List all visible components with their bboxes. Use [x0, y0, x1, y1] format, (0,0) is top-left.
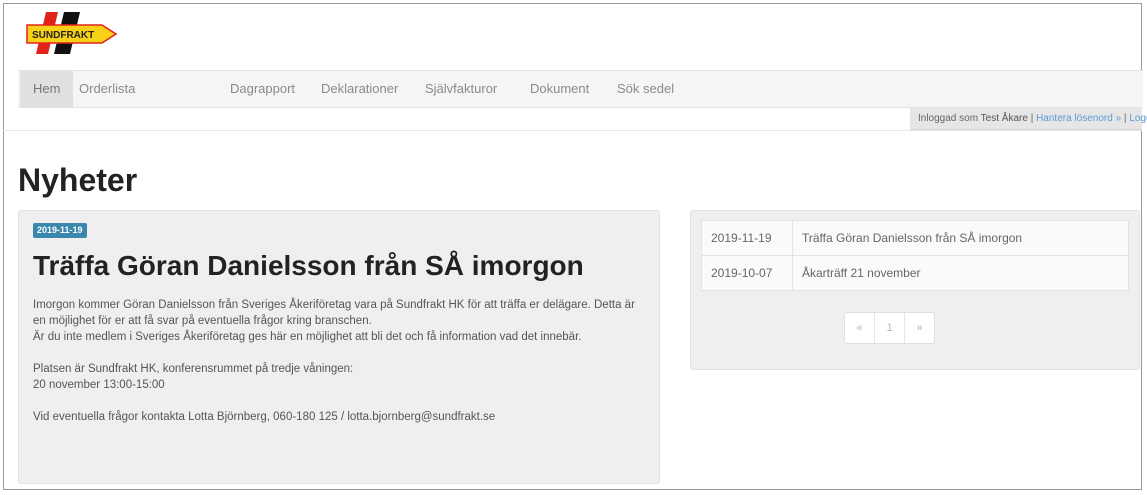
- pagination-next-button[interactable]: »: [905, 313, 934, 343]
- manage-password-link[interactable]: Hantera lösenord »: [1036, 113, 1121, 124]
- pagination-prev-button[interactable]: «: [845, 313, 875, 343]
- article-paragraph: Imorgon kommer Göran Danielsson från Sve…: [33, 299, 635, 327]
- news-list-row[interactable]: 2019-10-07 Åkarträff 21 november: [701, 255, 1129, 291]
- sundfrakt-logo[interactable]: SUNDFRAKT: [24, 12, 120, 54]
- article-panel: 2019-11-19 Träffa Göran Danielsson från …: [18, 210, 660, 484]
- news-list-row[interactable]: 2019-11-19 Träffa Göran Danielsson från …: [701, 220, 1129, 256]
- nav-item-sok-sedel[interactable]: Sök sedel: [617, 71, 674, 107]
- article-date-badge: 2019-11-19: [33, 223, 87, 238]
- article-paragraph: Platsen är Sundfrakt HK, konferensrummet…: [33, 363, 354, 375]
- news-list-table: 2019-11-19 Träffa Göran Danielsson från …: [701, 220, 1129, 291]
- main-navbar: Hem Orderlista Dagrapport Deklarationer …: [18, 70, 1143, 108]
- article-paragraph: 20 november 13:00-15:00: [33, 379, 165, 391]
- article-title: Träffa Göran Danielsson från SÅ imorgon: [33, 250, 584, 281]
- nav-item-orderlista[interactable]: Orderlista: [79, 71, 135, 107]
- page-title: Nyheter: [18, 162, 138, 198]
- news-list-title[interactable]: Träffa Göran Danielsson från SÅ imorgon: [792, 220, 1129, 256]
- pagination: « 1 »: [844, 312, 935, 344]
- article-body: Imorgon kommer Göran Danielsson från Sve…: [33, 297, 643, 425]
- header-divider: [3, 130, 1142, 131]
- nav-item-dagrapport[interactable]: Dagrapport: [230, 71, 295, 107]
- logged-in-label: Inloggad som: [918, 113, 979, 124]
- separator: |: [1123, 113, 1127, 124]
- logout-link[interactable]: Logga ut »: [1129, 113, 1147, 124]
- nav-item-deklarationer[interactable]: Deklarationer: [321, 71, 398, 107]
- separator: |: [1030, 113, 1034, 124]
- news-list-panel: 2019-11-19 Träffa Göran Danielsson från …: [690, 210, 1140, 370]
- pagination-page-1[interactable]: 1: [875, 313, 905, 343]
- user-status-bar: Inloggad som Test Åkare | Hantera löseno…: [910, 108, 1147, 130]
- nav-item-dokument[interactable]: Dokument: [530, 71, 589, 107]
- svg-text:SUNDFRAKT: SUNDFRAKT: [32, 30, 94, 41]
- news-list-title[interactable]: Åkarträff 21 november: [792, 255, 1129, 291]
- nav-item-sjalvfakturor[interactable]: Självfakturor: [425, 71, 497, 107]
- article-paragraph: Är du inte medlem i Sveriges Åkeriföreta…: [33, 331, 582, 343]
- news-list-date: 2019-10-07: [701, 255, 793, 291]
- nav-item-hem[interactable]: Hem: [20, 71, 74, 107]
- article-paragraph: Vid eventuella frågor kontakta Lotta Bjö…: [33, 411, 496, 423]
- user-name: Test Åkare: [980, 113, 1028, 124]
- news-list-date: 2019-11-19: [701, 220, 793, 256]
